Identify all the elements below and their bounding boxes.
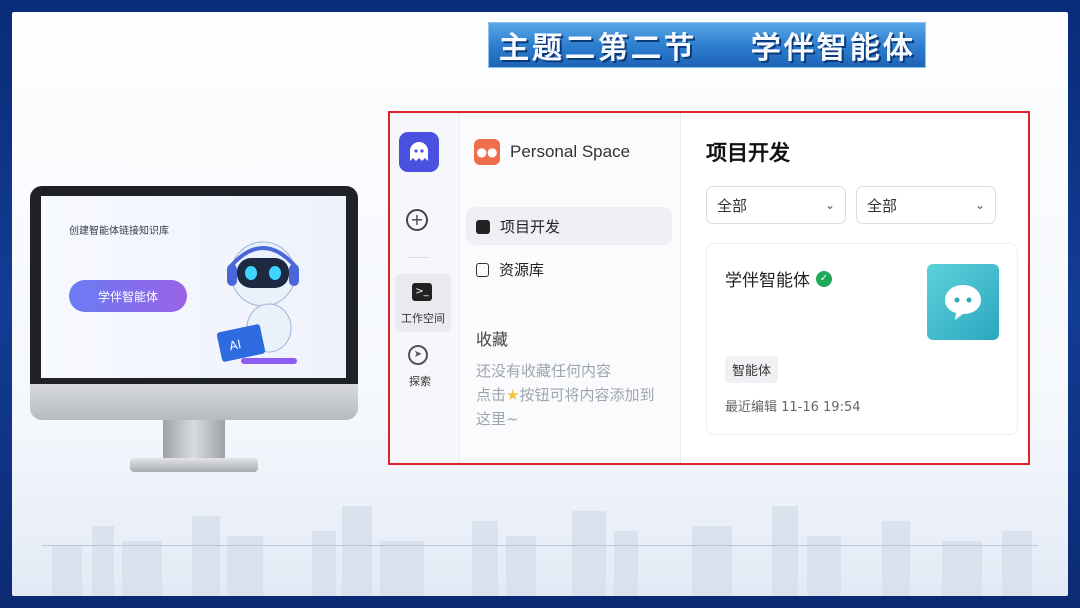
terminal-icon: >_ — [412, 283, 432, 301]
sidebar-item-project-dev[interactable]: 项目开发 — [476, 216, 560, 237]
library-icon — [476, 262, 489, 277]
favorites-empty-line1: 还没有收藏任何内容 — [476, 362, 612, 380]
monitor-agent-button: 学伴智能体 — [69, 280, 187, 312]
sidebar-item-label: 资源库 — [499, 261, 545, 279]
left-rail: + >_ 工作空间 ➤ 探索 — [390, 113, 460, 463]
workspace-label: 工作空间 — [401, 312, 445, 325]
page-title: 项目开发 — [706, 141, 790, 165]
chevron-down-icon: ⌄ — [974, 198, 985, 212]
monitor-caption: 创建智能体链接知识库 — [69, 226, 169, 237]
favorites-empty-line3: 这里~ — [476, 410, 519, 428]
favorites-empty-line2-prefix: 点击 — [476, 386, 507, 404]
filter-select-value: 全部 — [717, 196, 748, 215]
team-icon: ●● — [474, 139, 500, 165]
main-panel: 项目开发 全部 ⌄ 全部 ⌄ 学伴智能体 ✓ 智能体 最近编辑 11-16 19… — [681, 113, 1028, 463]
agent-card-title: 学伴智能体 ✓ — [725, 266, 832, 291]
city-skyline-decoration — [52, 506, 1032, 596]
agent-card[interactable]: 学伴智能体 ✓ 智能体 最近编辑 11-16 19:54 — [706, 243, 1018, 435]
sidebar: ●● Personal Space 项目开发 资源库 收藏 还没有收藏任何内容 … — [460, 113, 681, 463]
slide-title-banner: 主题二第二节 学伴智能体 — [488, 22, 926, 68]
star-icon: ★ — [506, 386, 520, 404]
sidebar-item-resources[interactable]: 资源库 — [476, 259, 544, 280]
create-plus-icon[interactable]: + — [406, 209, 428, 231]
space-name[interactable]: Personal Space — [510, 142, 630, 162]
monitor-base — [130, 458, 258, 472]
monitor-illustration: 创建智能体链接知识库 学伴智能体 AI — [30, 186, 358, 396]
last-edited: 最近编辑 11-16 19:54 — [725, 400, 861, 415]
app-screenshot-frame: + >_ 工作空间 ➤ 探索 ●● Personal Space 项目开发 资源… — [388, 111, 1030, 465]
agent-type-badge: 智能体 — [725, 356, 779, 383]
monitor-screen: 创建智能体链接知识库 学伴智能体 AI — [41, 196, 346, 378]
agent-name: 学伴智能体 — [725, 271, 810, 291]
explore-label[interactable]: 探索 — [392, 373, 448, 389]
verified-check-icon: ✓ — [816, 270, 832, 287]
favorites-empty-note: 还没有收藏任何内容 点击★按钮可将内容添加到 这里~ — [476, 359, 676, 431]
chevron-down-icon: ⌄ — [824, 198, 835, 212]
app-logo[interactable] — [399, 132, 439, 172]
favorites-title: 收藏 — [476, 330, 509, 349]
horizon-line — [42, 545, 1038, 546]
ghost-logo-icon — [410, 142, 428, 161]
filter-select-2[interactable]: 全部 ⌄ — [856, 186, 996, 224]
filter-select-value: 全部 — [867, 196, 898, 215]
favorites-empty-line2-suffix: 按钮可将内容添加到 — [519, 386, 655, 404]
monitor-stand — [163, 420, 225, 460]
project-icon — [476, 219, 490, 234]
chat-bubble-icon — [945, 285, 981, 320]
sidebar-item-label: 项目开发 — [500, 218, 561, 236]
agent-avatar — [927, 264, 999, 340]
monitor-chin — [30, 384, 358, 420]
filter-select-1[interactable]: 全部 ⌄ — [706, 186, 846, 224]
robot-illustration: AI — [216, 241, 299, 364]
slide-title: 主题二第二节 学伴智能体 — [499, 31, 916, 66]
favorites-empty-line2: 点击★按钮可将内容添加到 — [476, 383, 676, 407]
rail-divider — [408, 257, 430, 258]
rail-workspace[interactable]: >_ 工作空间 — [395, 274, 451, 332]
compass-icon[interactable]: ➤ — [408, 345, 428, 365]
